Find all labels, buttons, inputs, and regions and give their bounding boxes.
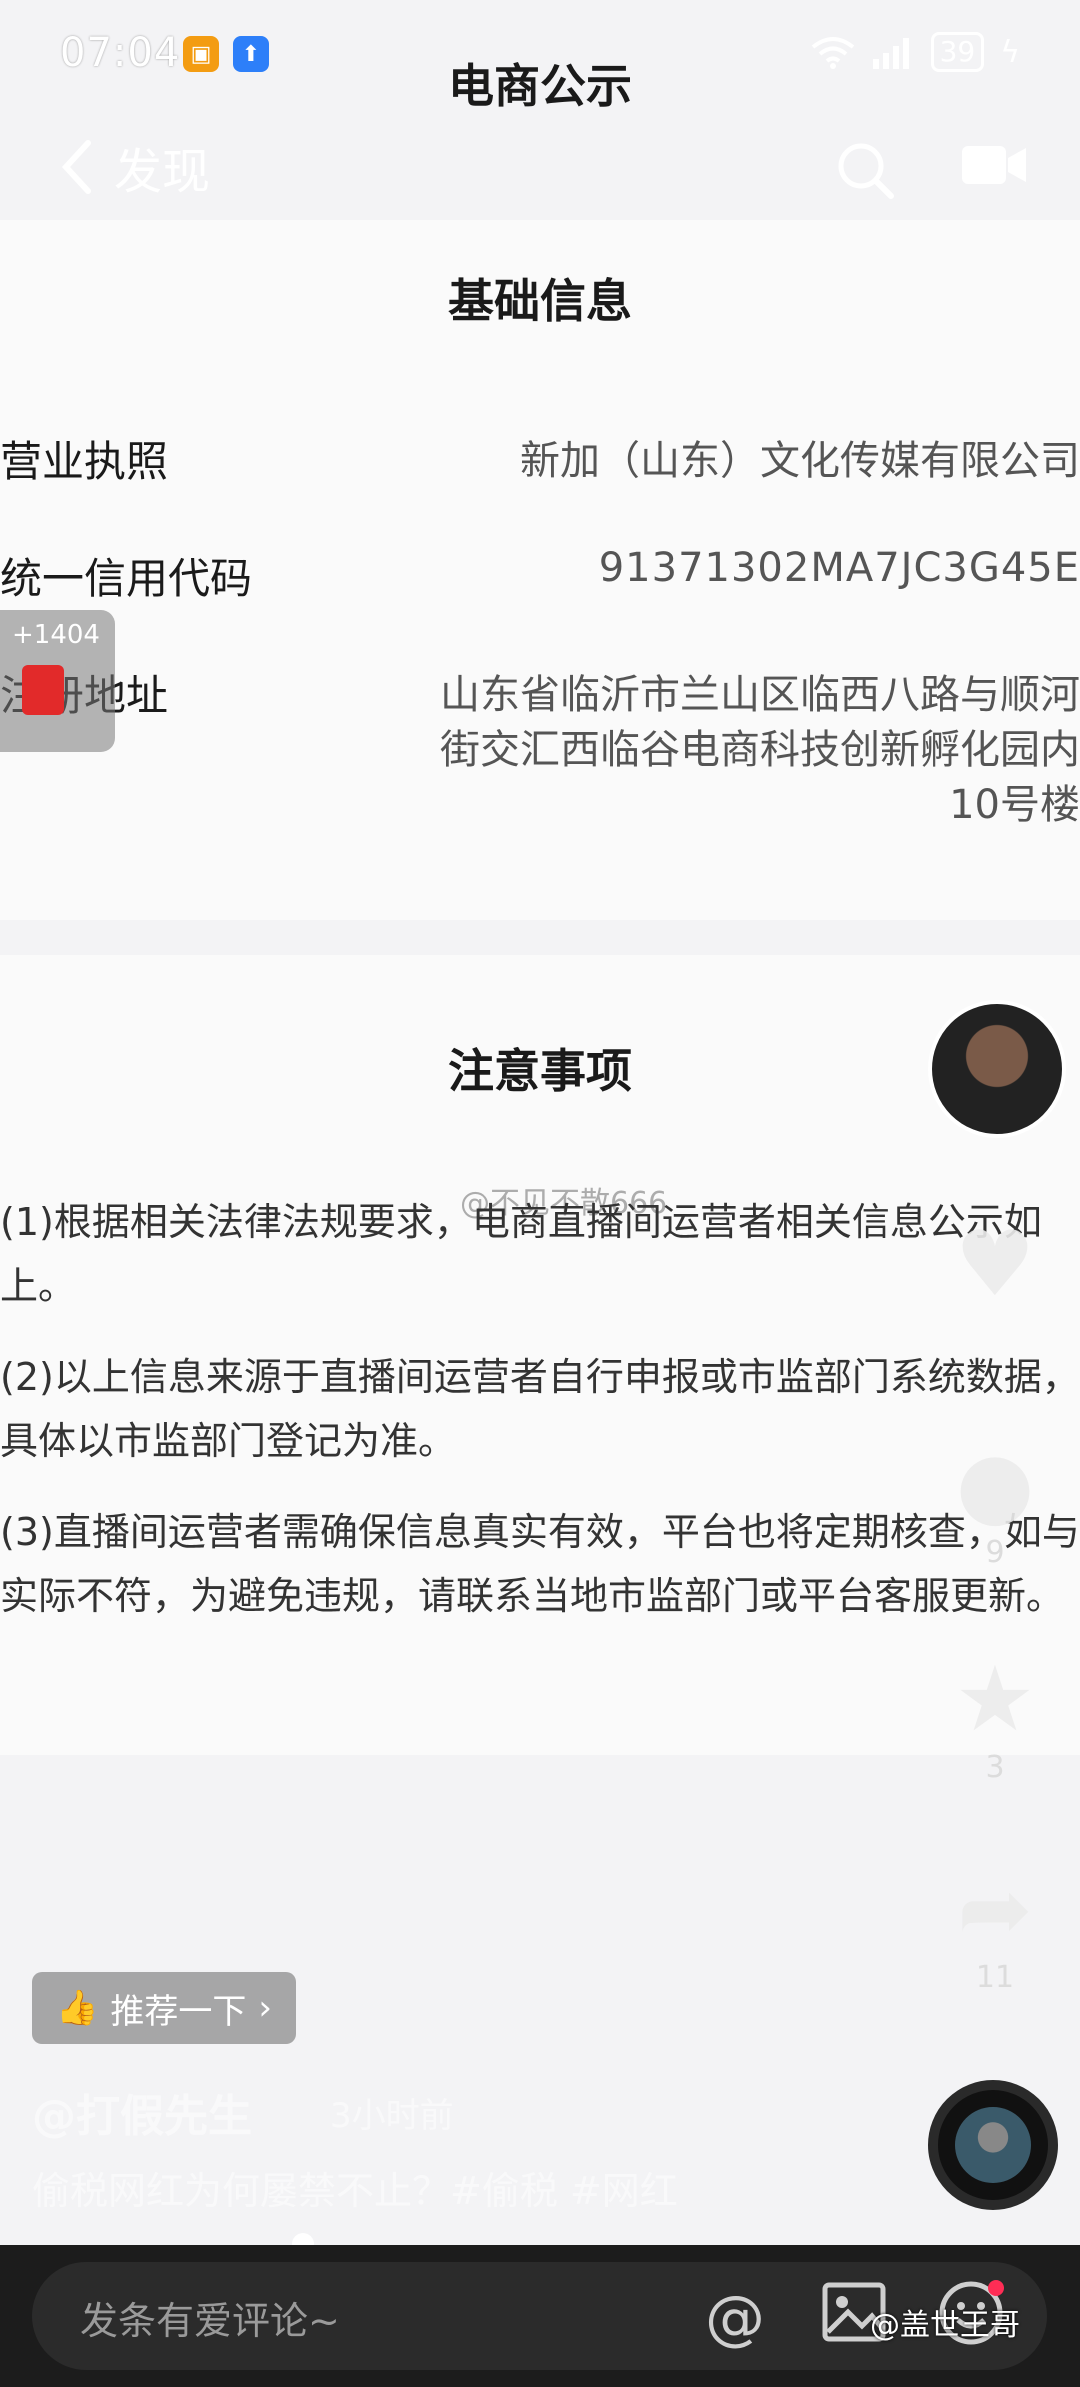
business-license-label: 营业执照 bbox=[0, 437, 169, 486]
chevron-left-icon bbox=[61, 140, 91, 194]
chevron-right-icon: › bbox=[258, 1988, 272, 2028]
share-count: 11 bbox=[975, 1960, 1015, 1995]
search-icon[interactable] bbox=[835, 140, 895, 200]
page-title: 电商公示 bbox=[448, 59, 632, 113]
registered-address-line-3: 10号楼 bbox=[949, 782, 1080, 828]
video-caption: 偷税网红为何屡禁不止？#偷税 #网红 bbox=[32, 2169, 678, 2213]
recommend-label: 推荐一下 bbox=[110, 1991, 247, 2032]
notice-item-1: (1)根据相关法律法规要求，电商直播间运营者相关信息公示如上。 bbox=[0, 1200, 1042, 1308]
business-license-value: 新加（山东）文化传媒有限公司 bbox=[520, 438, 1080, 484]
share-button[interactable]: ➦ 11 bbox=[940, 1857, 1050, 1996]
registered-address-line-2: 街交汇西临谷电商科技创新孵化园内 bbox=[440, 727, 1080, 773]
recommend-button[interactable]: 👍 推荐一下 › bbox=[32, 1972, 296, 2044]
music-cover bbox=[955, 2107, 1031, 2183]
favorite-count: 3 bbox=[985, 1750, 1005, 1785]
comment-placeholder: 发条有爱评论~ bbox=[80, 2299, 340, 2343]
back-label: 发现 bbox=[114, 144, 211, 200]
star-icon: ★ bbox=[954, 1647, 1036, 1752]
red-packet-count: +1404 bbox=[12, 620, 100, 650]
red-envelope-icon bbox=[22, 665, 64, 715]
credit-code-label: 统一信用代码 bbox=[0, 554, 253, 603]
heart-icon: ♥ bbox=[954, 1212, 1036, 1317]
comment-count: 9 bbox=[985, 1535, 1005, 1570]
author-handle[interactable]: @打假先生 bbox=[32, 2080, 252, 2144]
share-arrow-icon: ➦ bbox=[957, 1857, 1033, 1962]
back-button[interactable]: 发现 bbox=[60, 132, 210, 202]
weibo-watermark: @盖世王哥 bbox=[870, 2308, 1020, 2343]
mention-icon[interactable]: @ bbox=[705, 2283, 765, 2353]
credit-code-value: 91371302MA7JC3G45E bbox=[598, 545, 1080, 591]
favorite-button[interactable]: ★ 3 bbox=[940, 1647, 1050, 1786]
thumbs-up-icon: 👍 bbox=[56, 1988, 99, 2028]
registered-address-line-1: 山东省临沂市兰山区临西八路与顺河 bbox=[440, 672, 1080, 718]
notice-item-2: (2)以上信息来源于直播间运营者自行申报或市监部门系统数据，具体以市监部门登记为… bbox=[0, 1355, 1080, 1463]
notice-item-3: (3)直播间运营者需确保信息真实有效，平台也将定期核查，如与实际不符，为避免违规… bbox=[0, 1510, 1080, 1618]
basic-info-title: 基础信息 bbox=[448, 274, 632, 328]
post-time: 3小时前 bbox=[330, 2096, 454, 2136]
comment-icon: ● bbox=[955, 1432, 1035, 1537]
like-button[interactable]: ♥ bbox=[940, 1215, 1050, 1315]
comment-button[interactable]: ● 9 bbox=[940, 1432, 1050, 1571]
video-camera-icon[interactable] bbox=[960, 140, 1028, 190]
notices-title: 注意事项 bbox=[448, 1044, 632, 1098]
author-avatar[interactable] bbox=[928, 1000, 1066, 1138]
